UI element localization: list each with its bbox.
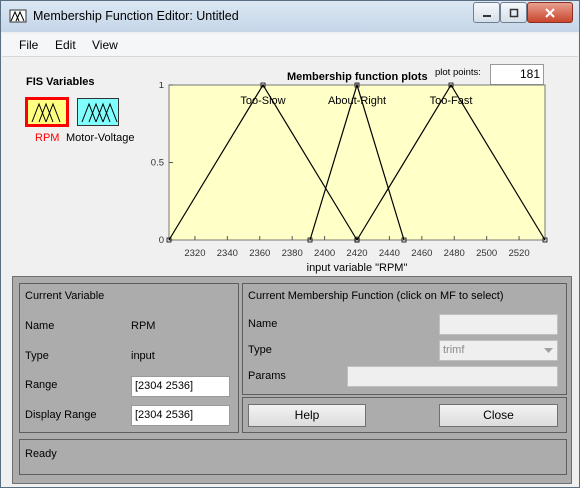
y-tick-label: 0.5 [151, 158, 164, 169]
x-tick-label: 2460 [411, 248, 432, 259]
range-label: Range [25, 379, 58, 391]
mf-name-label: Name [248, 318, 278, 330]
y-tick-label: 1 [159, 82, 164, 91]
x-tick-label: 2360 [249, 248, 270, 259]
current-variable-heading: Current Variable [25, 290, 105, 302]
x-tick-label: 2440 [379, 248, 400, 259]
mf-params-input[interactable] [347, 366, 558, 387]
chevron-down-icon [544, 348, 553, 353]
menu-view[interactable]: View [92, 38, 118, 52]
current-mf-panel: Current Membership Function (click on MF… [242, 283, 567, 395]
current-mf-heading: Current Membership Function (click on MF… [248, 290, 504, 302]
fis-variables-heading: FIS Variables [26, 76, 95, 88]
mf-editor-window: Membership Function Editor: Untitled Fil… [0, 0, 580, 488]
variable-name-value: RPM [131, 320, 156, 332]
y-tick-label: 0 [159, 235, 164, 246]
mf-type-label: Type [248, 344, 272, 356]
mf-label: Too-Slow [240, 95, 285, 107]
x-axis-label: input variable "RPM" [307, 262, 408, 274]
x-tick-label: 2520 [508, 248, 529, 259]
mf-name-input[interactable] [439, 314, 558, 335]
buttons-panel: Help Close [242, 397, 567, 433]
variable-name-label: Name [25, 320, 55, 332]
help-button[interactable]: Help [248, 404, 366, 427]
range-input[interactable]: [2304 2536] [131, 376, 230, 397]
mf-label: Too-Fast [430, 95, 473, 107]
display-range-label: Display Range [25, 409, 97, 421]
status-panel: Ready [19, 439, 567, 475]
menu-edit[interactable]: Edit [55, 38, 76, 52]
menu-file[interactable]: File [19, 38, 38, 52]
title-bar: Membership Function Editor: Untitled [1, 1, 579, 32]
mf-type-value: trimf [443, 344, 465, 356]
minimize-icon [482, 14, 491, 17]
mf-label: About-Right [328, 95, 386, 107]
input-variable-label: RPM [35, 132, 60, 144]
output-variable-box[interactable] [77, 98, 119, 126]
variable-type-value: input [131, 350, 155, 362]
membership-function-plot[interactable]: 1 0.5 0 2320 2340 2360 2380 2400 2420 2440 2460 248… [142, 82, 562, 277]
close-button[interactable]: Close [439, 404, 558, 427]
x-tick-label: 2380 [282, 248, 303, 259]
current-variable-panel: Current Variable Name RPM Type input Ran… [19, 283, 239, 433]
mf-type-select[interactable]: trimf [439, 340, 558, 361]
status-text: Ready [25, 448, 57, 460]
x-tick-label: 2500 [476, 248, 497, 259]
menu-bar: File Edit View [2, 34, 578, 57]
mf-params-label: Params [248, 370, 286, 382]
x-tick-label: 2320 [184, 248, 205, 259]
plot-points-label: plot points: [435, 67, 481, 78]
window-title: Membership Function Editor: Untitled [33, 9, 239, 23]
minimize-button[interactable] [473, 2, 500, 23]
x-tick-label: 2480 [444, 248, 465, 259]
x-tick-label: 2420 [346, 248, 367, 259]
matlab-app-icon [9, 9, 27, 23]
x-tick-label: 2400 [314, 248, 335, 259]
plot-background [168, 84, 546, 241]
close-window-button[interactable] [527, 2, 573, 23]
variable-type-label: Type [25, 350, 49, 362]
input-variable-box[interactable] [25, 97, 69, 127]
output-variable-label: Motor-Voltage [66, 132, 135, 144]
x-tick-label: 2340 [217, 248, 238, 259]
maximize-button[interactable] [500, 2, 527, 23]
close-icon [545, 7, 555, 18]
maximize-icon [509, 8, 518, 17]
content-area: FIS Variables RPM Motor-Voltage Membersh… [2, 57, 578, 487]
display-range-input[interactable]: [2304 2536] [131, 405, 230, 426]
